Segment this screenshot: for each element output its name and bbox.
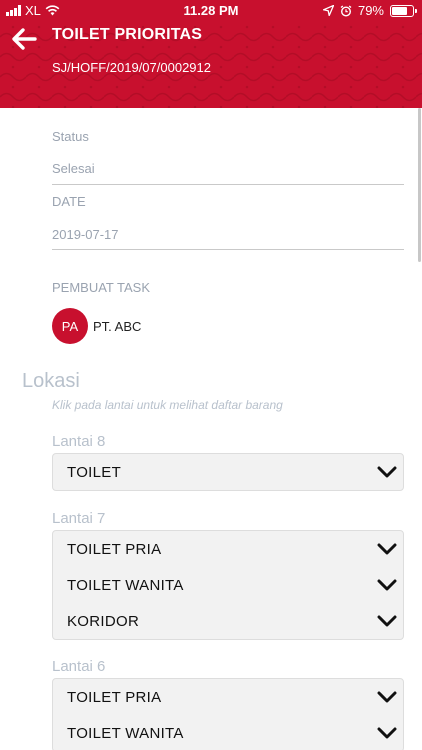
floor-item[interactable]: TOILET <box>53 454 403 490</box>
floor-label: Lantai 8 <box>52 433 106 450</box>
battery-icon <box>390 4 417 17</box>
floor-item[interactable]: TOILET WANITA <box>53 715 403 750</box>
avatar: PA <box>52 308 88 344</box>
date-value: 2019-07-17 <box>52 227 119 242</box>
floor-item-label: KORIDOR <box>67 613 140 630</box>
battery-percent: 79% <box>357 3 384 18</box>
floor-item[interactable]: TOILET PRIA <box>53 679 403 715</box>
date-divider <box>52 249 404 250</box>
floor-label: Lantai 6 <box>52 658 106 675</box>
chevron-down-icon <box>377 615 397 627</box>
chevron-down-icon <box>377 691 397 703</box>
floor-item[interactable]: TOILET PRIA <box>53 531 403 567</box>
page-title: TOILET PRIORITAS <box>52 26 203 43</box>
floor-item-label: TOILET WANITA <box>67 725 184 742</box>
chevron-down-icon <box>377 543 397 555</box>
floor-group: TOILET PRIA TOILET WANITA <box>52 678 404 750</box>
date-label: DATE <box>52 194 86 209</box>
chevron-down-icon <box>377 579 397 591</box>
section-hint: Klik pada lantai untuk melihat daftar ba… <box>52 398 283 412</box>
task-number: SJ/HOFF/2019/07/0002912 <box>52 60 211 75</box>
floor-item[interactable]: TOILET WANITA <box>53 567 403 603</box>
creator-label: PEMBUAT TASK <box>52 280 151 295</box>
battery-fill <box>392 6 408 15</box>
app-header: TOILET PRIORITAS SJ/HOFF/2019/07/0002912 <box>0 22 422 108</box>
floor-item-label: TOILET <box>67 464 122 481</box>
status-bar-right: 79% <box>322 3 417 18</box>
floor-item[interactable]: KORIDOR <box>53 603 403 639</box>
location-arrow-icon <box>322 5 334 16</box>
scroll-indicator <box>418 108 421 262</box>
floor-item-label: TOILET WANITA <box>67 577 184 594</box>
floor-item-label: TOILET PRIA <box>67 541 162 558</box>
chevron-down-icon <box>377 727 397 739</box>
status-divider <box>52 184 404 185</box>
chevron-down-icon <box>377 466 397 478</box>
arrow-left-icon <box>12 28 37 50</box>
section-title-lokasi: Lokasi <box>22 370 80 392</box>
creator-name: PT. ABC <box>93 319 142 334</box>
floor-label: Lantai 7 <box>52 510 106 527</box>
floor-group: TOILET <box>52 453 404 491</box>
alarm-icon <box>340 4 352 17</box>
back-button[interactable] <box>10 26 40 52</box>
floor-item-label: TOILET PRIA <box>67 689 162 706</box>
status-label: Status <box>52 129 89 144</box>
status-value: Selesai <box>52 161 95 176</box>
floor-group: TOILET PRIA TOILET WANITA KORIDOR <box>52 530 404 640</box>
status-bar: XL 11.28 PM 79% <box>0 0 422 22</box>
